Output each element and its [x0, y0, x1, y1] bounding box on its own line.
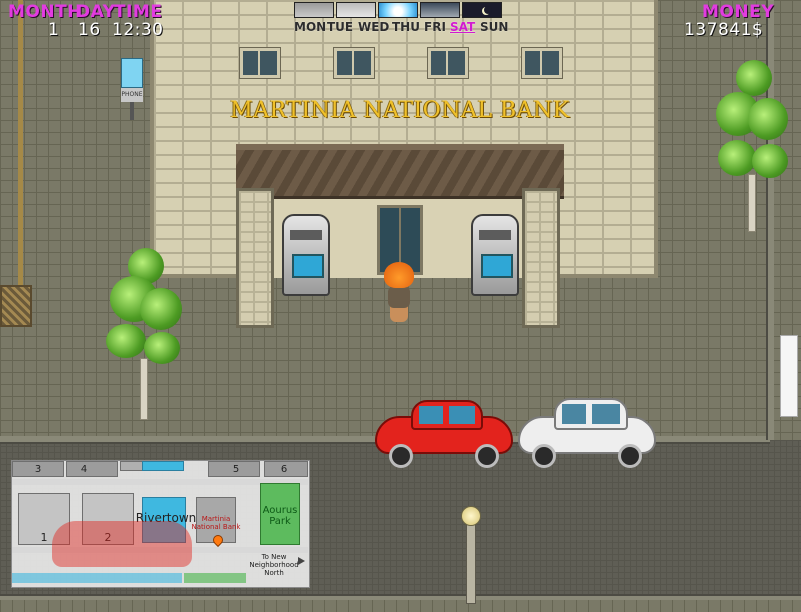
phone-screen [121, 58, 143, 88]
tree-foliage [752, 144, 788, 178]
hud-day-label: DAY [76, 2, 116, 22]
minimap-plot-number: 5 [232, 464, 240, 475]
bank-awning [236, 144, 564, 199]
cloud-icon [336, 2, 376, 18]
weekday-thu: THU [392, 20, 420, 34]
tree-foliage [144, 332, 180, 364]
atm-machine-left[interactable] [282, 214, 330, 296]
minimap[interactable]: 3 4 5 6 1 2 Rivertown Martinia National … [11, 460, 310, 588]
phone-pole [130, 102, 134, 120]
bank-window [334, 48, 374, 78]
cloud-icon [294, 2, 334, 18]
bank-sign: MARTINIA NATIONAL BANK [230, 98, 570, 123]
player-body [388, 286, 410, 308]
hud-month-value: 1 [48, 20, 60, 40]
bank-window [240, 48, 280, 78]
bank-window [428, 48, 468, 78]
minimap-plot-number: 1 [40, 531, 48, 544]
hud-month-label: MONTH [8, 2, 82, 22]
hud-day-value: 16 [78, 20, 101, 40]
weekday-wed: WED [358, 20, 390, 34]
weekday-fri: FRI [424, 20, 446, 34]
tree-foliage [718, 140, 756, 176]
minimap-water [12, 573, 182, 583]
minimap-plot-4 [66, 461, 118, 477]
weekday-mon: MON [294, 20, 327, 34]
atm-screen [292, 254, 324, 278]
car-window [419, 406, 443, 424]
tree-trunk [140, 358, 148, 420]
atm-card-slot [479, 230, 511, 240]
minimap-plot-number: 4 [80, 464, 88, 475]
white-car[interactable] [518, 396, 658, 468]
hud-time-value: 12:30 [112, 20, 164, 40]
weekday-sun: SUN [480, 20, 509, 34]
phone-label: PHONE [121, 88, 143, 102]
fence [0, 285, 32, 327]
moon-icon [462, 2, 502, 18]
player-legs [390, 306, 408, 322]
street-lamp-pole [466, 520, 476, 604]
atm-screen [481, 254, 513, 278]
car-wheel [618, 444, 642, 468]
atm-machine-right[interactable] [471, 214, 519, 296]
weekday-tue: TUE [327, 20, 354, 34]
tree-trunk [748, 174, 756, 232]
bank-pillar-right [522, 188, 560, 328]
minimap-bank-label: Martinia National Bank [191, 515, 241, 531]
car-wheel [532, 444, 556, 468]
sun-icon [378, 2, 418, 18]
minimap-plot-number: 3 [34, 464, 42, 475]
tree-foliage [736, 60, 772, 96]
white-barrier [780, 335, 798, 417]
bank-pillar-left [236, 188, 274, 328]
arrow-right-icon [298, 557, 305, 565]
sidewalk-bottom [0, 600, 801, 612]
car-wheel [389, 444, 413, 468]
player-character[interactable] [384, 262, 414, 288]
cloud-icon [420, 2, 460, 18]
hud-money-value: 137841$ [684, 20, 764, 40]
car-window [592, 404, 620, 424]
minimap-car-marker [52, 521, 192, 567]
wooden-post [18, 0, 23, 325]
hud-money-label: MONEY [702, 2, 775, 22]
street-lamp-light [461, 506, 481, 526]
minimap-plot-blue [142, 461, 184, 471]
tree-foliage [106, 324, 146, 358]
tree-foliage [140, 288, 182, 330]
moon-glyph [482, 6, 492, 15]
public-phone[interactable]: PHONE [121, 58, 143, 120]
hud-time-label: TIME [114, 2, 163, 22]
tree-right [712, 60, 792, 235]
red-car[interactable] [375, 398, 515, 468]
minimap-plot-number: 6 [280, 464, 288, 475]
minimap-park-label: Aourus Park [262, 505, 298, 527]
car-window [562, 404, 586, 424]
car-window [449, 406, 475, 424]
tree-foliage [748, 98, 788, 140]
weekday-sat-current: SAT [450, 20, 476, 34]
bank-window [522, 48, 562, 78]
minimap-green [184, 573, 246, 583]
car-wheel [475, 444, 499, 468]
tree-left [100, 248, 190, 423]
atm-card-slot [290, 230, 322, 240]
